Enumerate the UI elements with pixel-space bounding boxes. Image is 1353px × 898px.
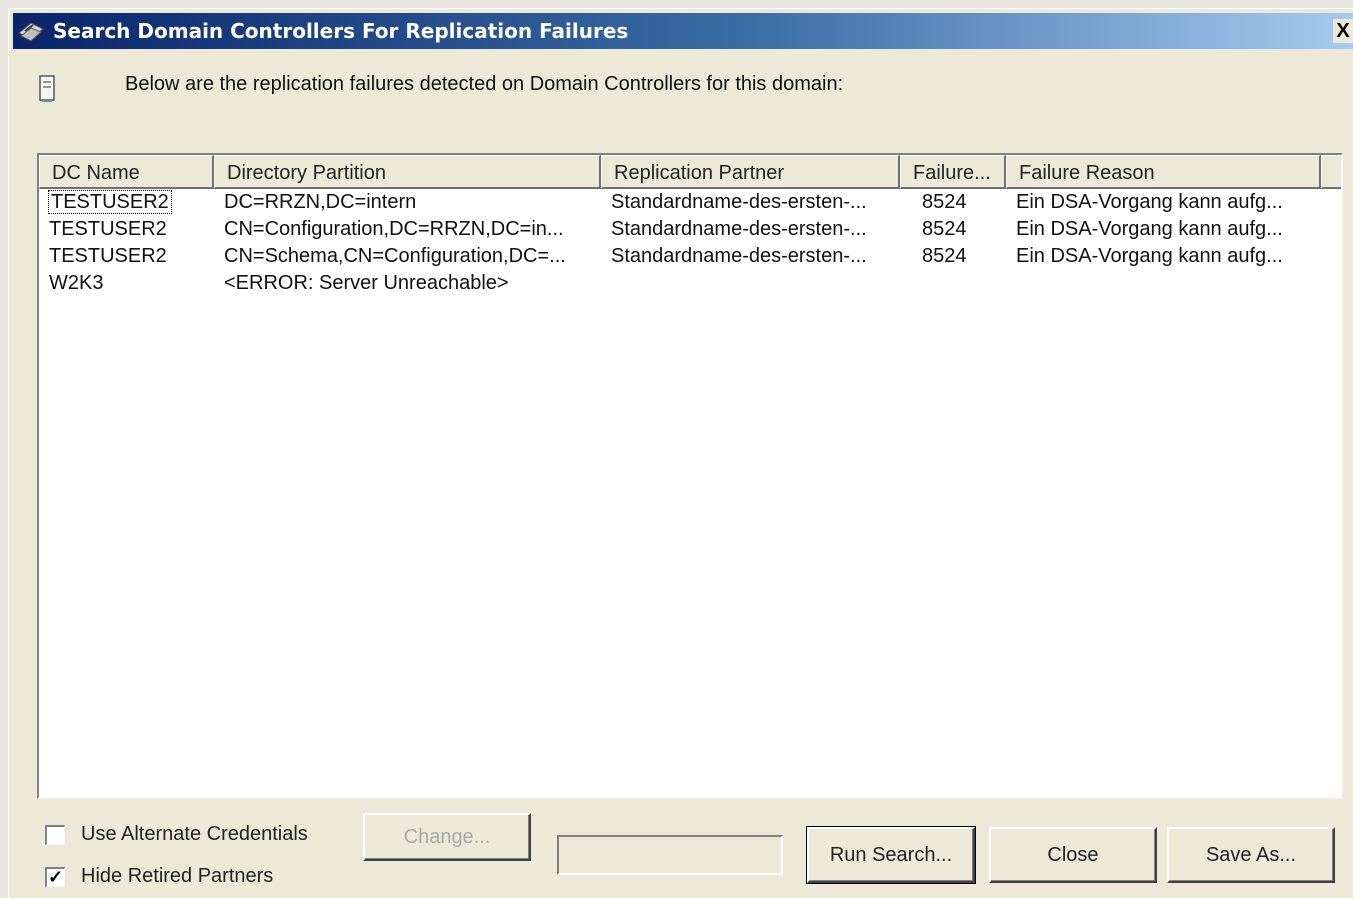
close-button[interactable]: Close [989, 827, 1157, 883]
cell-dc-name: W2K3 [49, 272, 104, 294]
app-icon [18, 22, 44, 42]
cell-failure-reason: Ein DSA-Vorgang kann aufg... [1016, 218, 1283, 240]
save-as-button[interactable]: Save As... [1167, 827, 1335, 883]
use-alternate-credentials-checkbox[interactable] [45, 825, 65, 845]
table-row[interactable]: W2K3 <ERROR: Server Unreachable> [39, 270, 1341, 297]
cell-failure-reason: Ein DSA-Vorgang kann aufg... [1016, 191, 1283, 213]
cell-replication-partner: Standardname-des-ersten-... [611, 218, 867, 240]
replication-failures-list[interactable]: DC Name Directory Partition Replication … [37, 153, 1343, 799]
column-header-failure-code[interactable]: Failure... [900, 155, 1006, 189]
column-header-failure-reason[interactable]: Failure Reason [1006, 155, 1321, 189]
close-window-icon[interactable]: X [1333, 19, 1353, 43]
table-row[interactable]: TESTUSER2 CN=Configuration,DC=RRZN,DC=in… [39, 216, 1341, 243]
cell-directory-partition: DC=RRZN,DC=intern [224, 191, 417, 213]
server-icon [39, 75, 55, 102]
search-progress-bar [557, 835, 783, 875]
title-bar[interactable]: Search Domain Controllers For Replicatio… [13, 13, 1353, 49]
column-header-directory-partition[interactable]: Directory Partition [214, 155, 601, 189]
cell-failure-code: 8524 [922, 245, 967, 267]
cell-failure-reason [1006, 270, 1321, 297]
cell-dc-name: TESTUSER2 [48, 190, 172, 214]
cell-replication-partner [601, 270, 900, 297]
cell-dc-name: TESTUSER2 [49, 218, 167, 240]
table-row[interactable]: TESTUSER2 CN=Schema,CN=Configuration,DC=… [39, 243, 1341, 270]
cell-failure-code: 8524 [922, 191, 967, 213]
table-row[interactable]: TESTUSER2 DC=RRZN,DC=intern Standardname… [39, 189, 1341, 216]
cell-directory-partition: CN=Schema,CN=Configuration,DC=... [224, 245, 566, 267]
cell-replication-partner: Standardname-des-ersten-... [611, 245, 867, 267]
dialog-window: Search Domain Controllers For Replicatio… [8, 8, 1353, 898]
run-search-button[interactable]: Run Search... [806, 826, 976, 884]
hide-retired-partners-label[interactable]: Hide Retired Partners [81, 865, 273, 888]
cell-replication-partner: Standardname-des-ersten-... [611, 191, 867, 213]
cell-failure-code: 8524 [922, 218, 967, 240]
cell-failure-code [900, 270, 1006, 297]
cell-dc-name: TESTUSER2 [49, 245, 167, 267]
use-alternate-credentials-label[interactable]: Use Alternate Credentials [81, 823, 308, 846]
list-rows: TESTUSER2 DC=RRZN,DC=intern Standardname… [39, 189, 1341, 297]
column-header-filler [1321, 155, 1341, 189]
window-title: Search Domain Controllers For Replicatio… [53, 19, 629, 43]
cell-failure-reason: Ein DSA-Vorgang kann aufg... [1016, 245, 1283, 267]
cell-directory-partition: <ERROR: Server Unreachable> [224, 272, 509, 294]
column-header-replication-partner[interactable]: Replication Partner [601, 155, 900, 189]
info-row [37, 73, 57, 105]
list-header: DC Name Directory Partition Replication … [39, 155, 1341, 189]
change-button[interactable]: Change... [363, 813, 531, 861]
info-text: Below are the replication failures detec… [125, 73, 844, 95]
cell-directory-partition: CN=Configuration,DC=RRZN,DC=in... [224, 218, 564, 240]
column-header-dc-name[interactable]: DC Name [39, 155, 214, 189]
hide-retired-partners-checkbox[interactable]: ✓ [45, 867, 65, 887]
